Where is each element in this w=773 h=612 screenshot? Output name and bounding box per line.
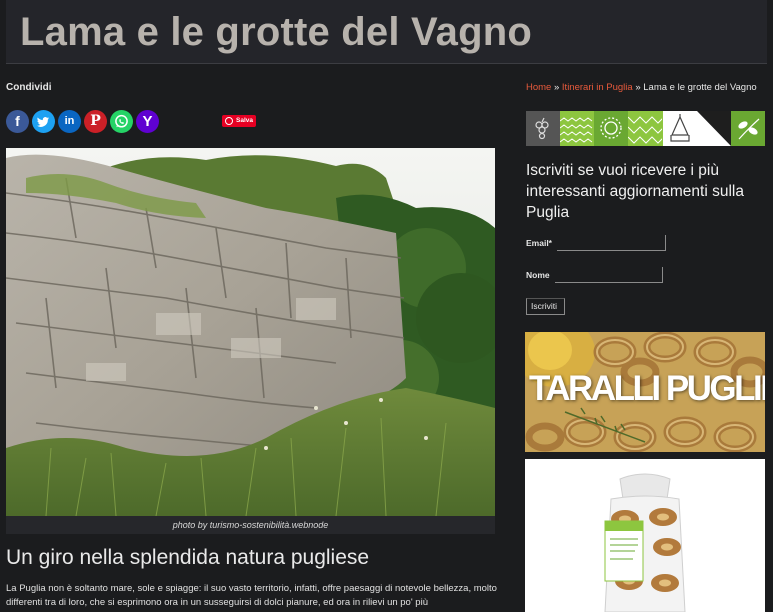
facebook-share-button[interactable]: f: [6, 110, 29, 133]
yahoo-share-button[interactable]: Y: [136, 110, 159, 133]
taralli-ad-text: TARALLI PUGLIESI: [529, 369, 765, 408]
share-label: Condividi: [6, 82, 52, 93]
product-ad[interactable]: [525, 459, 765, 612]
breadcrumb-current: Lama e le grotte del Vagno: [643, 82, 757, 93]
pinterest-icon: [225, 117, 233, 125]
breadcrumb-section-link[interactable]: Itinerari in Puglia: [562, 82, 633, 93]
grapes-icon: [526, 111, 561, 146]
breadcrumb-separator: »: [635, 82, 641, 93]
rock-wall-photo: [6, 148, 495, 516]
hero-image: [6, 148, 495, 516]
article-paragraph: La Puglia non è soltanto mare, sole e sp…: [6, 583, 497, 608]
newsletter-title: Iscriviti se vuoi ricevere i più interes…: [526, 162, 744, 221]
whatsapp-icon: [115, 114, 128, 128]
trullo-icon: [662, 111, 697, 146]
pinterest-save-label: Salva: [236, 117, 253, 124]
image-caption: photo by turismo-sostenibilità.webnode: [6, 516, 495, 534]
email-label: Email*: [526, 238, 552, 248]
breadcrumb-home-link[interactable]: Home: [526, 82, 551, 93]
pinterest-save-button[interactable]: Salva: [222, 115, 256, 127]
category-banner[interactable]: [526, 111, 765, 146]
name-label: Nome: [526, 270, 550, 280]
pinterest-icon: P: [90, 113, 101, 129]
page-title: Lama e le grotte del Vagno: [20, 10, 532, 54]
twitter-share-button[interactable]: [32, 110, 55, 133]
email-field[interactable]: [557, 235, 666, 251]
diagonal-icon: [696, 111, 731, 146]
olive-icon: [730, 111, 765, 146]
taralli-ad[interactable]: TARALLI PUGLIESI: [525, 332, 765, 452]
pinterest-share-button[interactable]: P: [84, 110, 107, 133]
pattern-icon: [628, 111, 665, 146]
yahoo-icon: Y: [142, 113, 153, 130]
name-field[interactable]: [555, 267, 663, 283]
subscribe-button[interactable]: Iscriviti: [526, 298, 565, 315]
waves-icon: [559, 111, 595, 146]
linkedin-icon: in: [64, 115, 75, 127]
twitter-icon: [37, 117, 50, 127]
sun-icon: [594, 111, 629, 146]
breadcrumb: Home » Itinerari in Puglia » Lama e le g…: [526, 82, 757, 93]
article-heading: Un giro nella splendida natura pugliese: [6, 546, 370, 569]
facebook-icon: f: [15, 113, 20, 129]
linkedin-share-button[interactable]: in: [58, 110, 81, 133]
breadcrumb-separator: »: [553, 82, 560, 93]
site-header: Lama e le grotte del Vagno: [6, 0, 767, 64]
taralli-bag-photo: [525, 459, 765, 612]
whatsapp-share-button[interactable]: [110, 110, 133, 133]
